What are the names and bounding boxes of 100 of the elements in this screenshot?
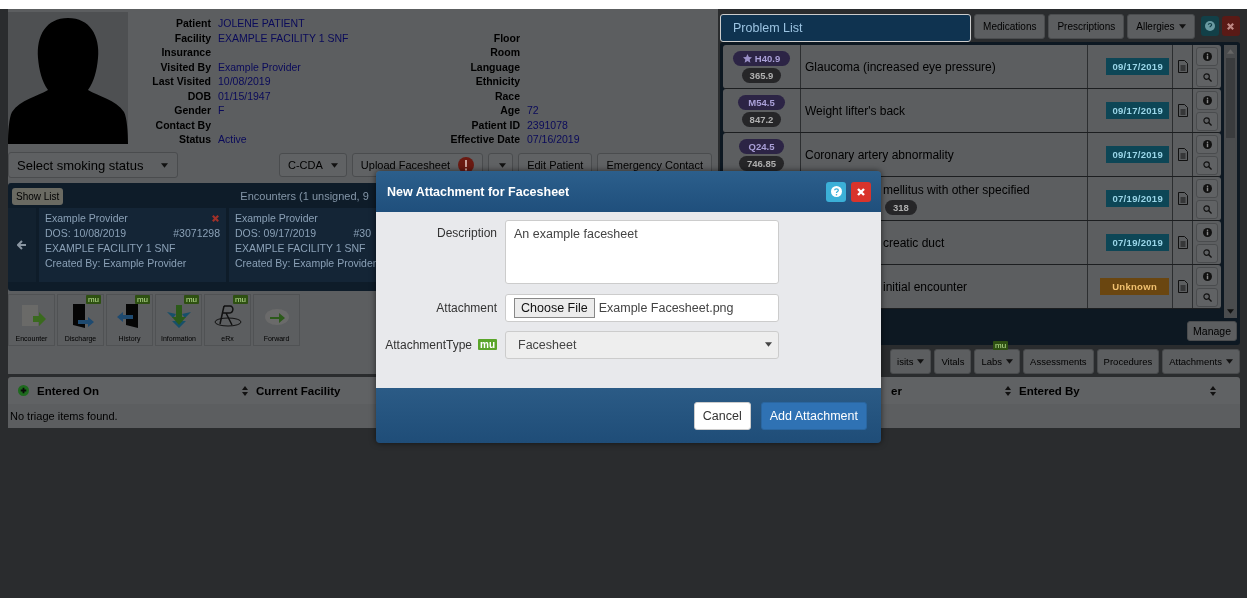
- code-badge: 318: [885, 199, 917, 215]
- search-icon: [1202, 248, 1212, 258]
- field-label: Room: [489, 45, 520, 60]
- caret-icon: [499, 162, 507, 168]
- facility-name: EXAMPLE FACILITY 1 SNF: [235, 241, 366, 256]
- column-header[interactable]: Entered On: [37, 384, 99, 397]
- info-button[interactable]: [1196, 266, 1218, 286]
- mu-badge: mu: [134, 295, 150, 304]
- column-header[interactable]: er: [891, 384, 902, 397]
- tab[interactable]: isits: [890, 349, 932, 374]
- smoking-status-select[interactable]: Select smoking status: [8, 152, 178, 178]
- search-icon: [1202, 292, 1212, 302]
- field-label: Floor: [492, 30, 520, 45]
- encounter-number: #3071298: [173, 226, 220, 241]
- close-icon: [856, 186, 866, 197]
- close-icon[interactable]: [211, 214, 220, 223]
- field-value: JOLENE PATIENT: [218, 16, 306, 31]
- problem-row[interactable]: M54.5 847.2 Weight lifter's back 09/17/2019: [723, 89, 1221, 133]
- problem-description: creatic duct: [883, 235, 945, 250]
- document-icon[interactable]: [1177, 192, 1188, 205]
- cancel-button[interactable]: Cancel: [693, 401, 751, 430]
- sort-icon[interactable]: [1005, 385, 1011, 396]
- arrow-left-icon: [17, 239, 27, 250]
- field-label: Insurance: [160, 45, 211, 60]
- attachment-type-select[interactable]: Facesheet: [505, 330, 779, 359]
- tab[interactable]: Labs: [974, 349, 1021, 374]
- field-label: Attachment: [436, 300, 497, 315]
- search-button[interactable]: [1196, 243, 1218, 263]
- scroll-down-icon[interactable]: [1227, 309, 1234, 314]
- provider-name: Example Provider: [235, 211, 318, 226]
- close-button[interactable]: [1221, 16, 1240, 36]
- encounter-card[interactable]: Example Provider DOS: 09/17/2019 #30 EXAMPLE FACILITY 1 SNF Created By: Example Provider: [229, 208, 377, 282]
- info-icon: [1202, 183, 1212, 193]
- dropdown-button[interactable]: C-CDA: [279, 153, 347, 177]
- search-icon: [1202, 72, 1212, 82]
- add-attachment-button[interactable]: Add Attachment: [760, 401, 867, 430]
- facility-name: EXAMPLE FACILITY 1 SNF: [45, 241, 176, 256]
- help-button[interactable]: [826, 181, 846, 202]
- document-icon[interactable]: [1177, 280, 1188, 293]
- field-value: 07/16/2019: [527, 132, 581, 147]
- help-button[interactable]: [1200, 16, 1219, 36]
- panel-title: Encounters (1 unsigned, 9: [240, 190, 369, 202]
- mu-badge: mu: [85, 295, 101, 304]
- caret-icon: [917, 359, 925, 365]
- field-value: Example Provider: [218, 59, 302, 74]
- info-button[interactable]: [1196, 46, 1218, 66]
- date-badge: 09/17/2019: [1106, 146, 1169, 163]
- info-button[interactable]: [1196, 134, 1218, 154]
- add-icon[interactable]: [18, 385, 29, 396]
- close-button[interactable]: [851, 181, 871, 202]
- info-icon: [1202, 227, 1212, 237]
- show-list-button[interactable]: Show List: [12, 187, 64, 205]
- code-badge: 365.9: [741, 67, 782, 83]
- code-badge: H40.9: [732, 50, 791, 66]
- sort-icon[interactable]: [242, 385, 248, 396]
- description-field[interactable]: An example facesheet: [505, 220, 779, 284]
- document-icon[interactable]: [1177, 60, 1188, 73]
- document-icon[interactable]: [1177, 148, 1188, 161]
- close-icon: [1226, 21, 1236, 31]
- search-button[interactable]: [1196, 67, 1218, 87]
- date-badge: 07/19/2019: [1106, 190, 1169, 207]
- search-button[interactable]: [1196, 111, 1218, 131]
- column-header[interactable]: Entered By: [1019, 384, 1080, 397]
- tab[interactable]: Allergies: [1127, 14, 1195, 39]
- tab[interactable]: Procedures: [1096, 349, 1160, 374]
- caret-icon: [330, 162, 338, 168]
- manage-button[interactable]: Manage: [1187, 321, 1237, 341]
- info-button[interactable]: [1196, 222, 1218, 242]
- field-value: 01/15/1947: [218, 88, 272, 103]
- date-of-service: DOS: 10/08/2019: [45, 226, 127, 241]
- encounter-card[interactable]: Example Provider DOS: 10/08/2019 #3071298 EXAMPLE FACILITY 1 SNF Created By: Example Provider: [39, 208, 226, 282]
- sort-icon[interactable]: [1210, 385, 1216, 396]
- problem-row[interactable]: H40.9 365.9 Glaucoma (increased eye pressure) 09/17/2019: [723, 45, 1221, 89]
- column-header[interactable]: Current Facility: [256, 384, 341, 397]
- caret-icon: [1006, 359, 1014, 365]
- search-button[interactable]: [1196, 155, 1218, 175]
- choose-file-button[interactable]: Choose File: [514, 297, 595, 318]
- tab[interactable]: Assessments: [1023, 349, 1094, 374]
- problem-row[interactable]: Q24.5 746.85 Coronary artery abnormality 09/17/2019: [723, 133, 1221, 177]
- tab[interactable]: Vitals: [934, 349, 972, 374]
- info-button[interactable]: [1196, 178, 1218, 198]
- field-label: Language: [469, 59, 520, 74]
- tab[interactable]: Medications: [974, 14, 1046, 39]
- scrollbar[interactable]: [1224, 45, 1237, 318]
- info-button[interactable]: [1196, 90, 1218, 110]
- caret-icon: [161, 162, 169, 168]
- field-label: Last Visited: [151, 74, 211, 89]
- field-value: Active: [218, 132, 248, 147]
- tab[interactable]: Attachments: [1162, 349, 1240, 374]
- search-button[interactable]: [1196, 287, 1218, 307]
- scroll-up-icon[interactable]: [1227, 49, 1234, 54]
- tab[interactable]: Problem List: [720, 14, 972, 42]
- search-button[interactable]: [1196, 199, 1218, 219]
- field-label: Facility: [173, 30, 211, 45]
- mu-badge: mu: [992, 341, 1009, 351]
- document-icon[interactable]: [1177, 236, 1188, 249]
- help-icon: [830, 186, 842, 197]
- document-icon[interactable]: [1177, 104, 1188, 117]
- search-icon: [1202, 204, 1212, 214]
- tab[interactable]: Prescriptions: [1048, 14, 1125, 39]
